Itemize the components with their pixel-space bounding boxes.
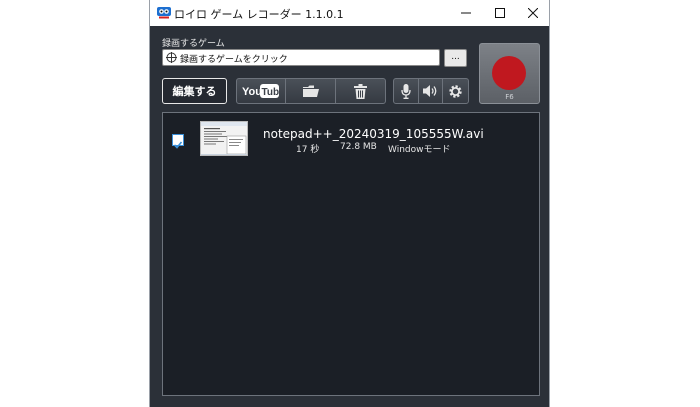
youtube-icon: You Tube (242, 84, 281, 98)
record-icon (492, 56, 526, 90)
list-item[interactable]: notepad++_20240319_105555W.avi 17 秒 72.8… (163, 113, 539, 163)
recordings-list: notepad++_20240319_105555W.avi 17 秒 72.8… (162, 112, 540, 396)
settings-toolbar (393, 78, 469, 104)
item-checkbox[interactable] (172, 134, 184, 149)
close-button[interactable] (516, 0, 550, 26)
gear-icon (449, 84, 462, 98)
microphone-icon (401, 83, 411, 99)
game-select-label: 録画するゲーム (162, 39, 225, 49)
volume-button[interactable] (419, 79, 444, 103)
game-select-placeholder: 録画するゲームをクリック (180, 55, 288, 65)
app-window: ロイロ ゲーム レコーダー 1.1.0.1 録画するゲーム 録画するゲームをクリ… (149, 0, 550, 407)
window-title: ロイロ ゲーム レコーダー 1.1.0.1 (174, 8, 344, 21)
svg-text:Tube: Tube (262, 87, 281, 98)
record-button[interactable]: F6 (479, 43, 540, 104)
maximize-button[interactable] (483, 0, 517, 26)
delete-button[interactable] (336, 79, 385, 103)
edit-button[interactable]: 編集する (162, 78, 227, 104)
trash-icon (353, 83, 367, 99)
svg-text:You: You (242, 86, 262, 98)
crosshair-icon (166, 52, 177, 63)
microphone-button[interactable] (394, 79, 419, 103)
game-select-field[interactable]: 録画するゲームをクリック (162, 49, 440, 66)
record-hotkey-label: F6 (505, 93, 514, 101)
recording-size: 72.8 MB (340, 142, 377, 152)
checkmark-icon (173, 141, 183, 149)
maximize-icon (495, 8, 505, 18)
folder-icon (302, 85, 319, 97)
recording-mode: Windowモード (388, 145, 451, 155)
youtube-upload-button[interactable]: You Tube (237, 79, 287, 103)
video-thumbnail (200, 121, 248, 156)
browse-button[interactable]: ... (444, 49, 467, 67)
recording-duration: 17 秒 (296, 145, 320, 155)
close-icon (528, 8, 538, 18)
speaker-icon (422, 85, 436, 97)
minimize-button[interactable] (449, 0, 483, 26)
app-logo-icon (157, 7, 171, 19)
open-folder-button[interactable] (286, 79, 336, 103)
title-bar: ロイロ ゲーム レコーダー 1.1.0.1 (150, 0, 549, 26)
recording-filename: notepad++_20240319_105555W.avi (263, 127, 484, 141)
media-toolbar: You Tube (236, 78, 386, 104)
minimize-icon (461, 12, 471, 14)
settings-button[interactable] (443, 79, 468, 103)
